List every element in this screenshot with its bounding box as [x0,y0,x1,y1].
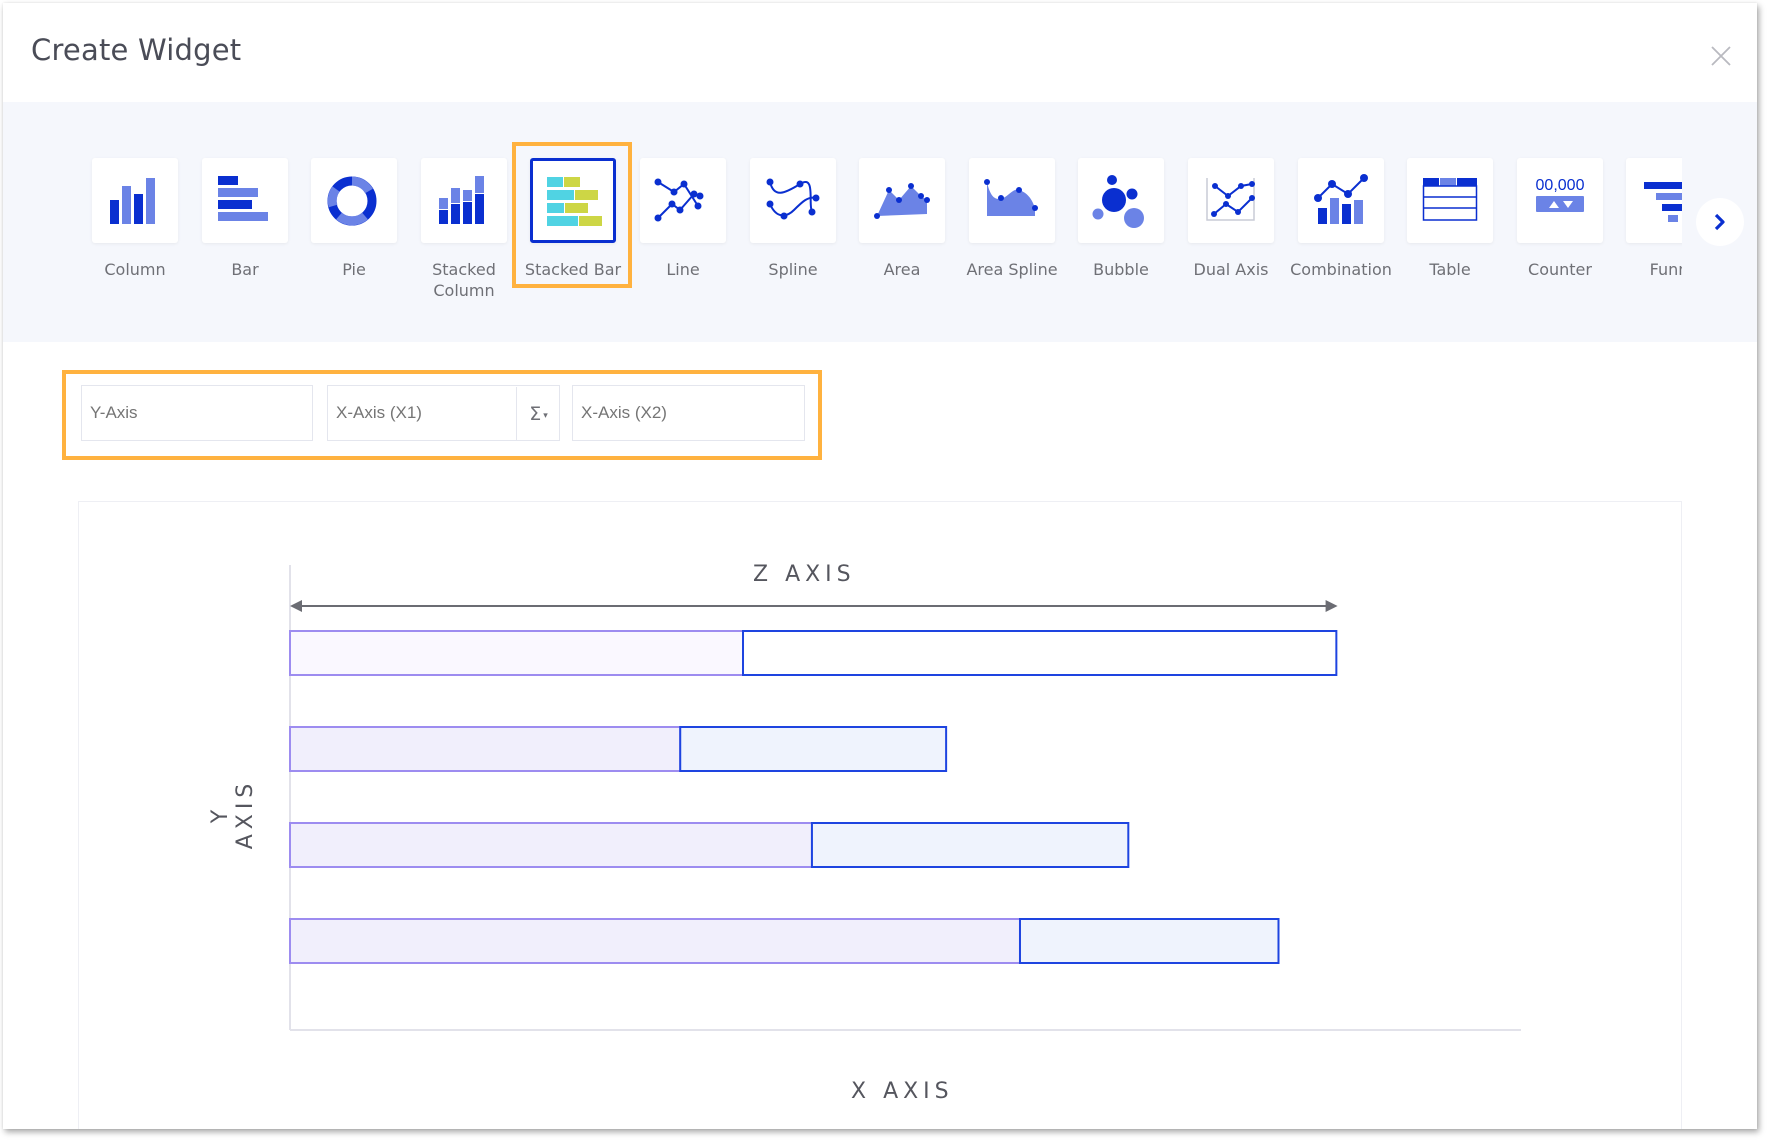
svg-text:00,000: 00,000 [1536,177,1585,194]
x2-axis-field[interactable] [572,385,805,441]
pie-chart-icon [327,176,377,225]
create-widget-dialog: Create Widget Column Bar Pie Stacked Column… [3,3,1757,1129]
widget-type-list: Column Bar Pie Stacked Column Stacked Bar Lin… [3,102,1682,342]
widget-type-label: Area Spline [966,260,1058,279]
widget-type-bubble[interactable] [1078,158,1164,243]
widget-type-label: Bar [231,260,259,279]
next-types-button[interactable] [1696,198,1744,246]
aggregate-dropdown[interactable]: Σ ▾ [516,387,560,441]
caret-down-icon: ▾ [543,410,548,421]
line-chart-icon [654,178,704,221]
area-chart-icon [874,182,930,219]
widget-type-bar[interactable] [202,158,288,243]
bubble-chart-icon [1092,174,1144,228]
combination-chart-icon [1314,173,1368,224]
widget-type-toolbar: Column Bar Pie Stacked Column Stacked Bar Lin… [3,102,1757,342]
widget-type-label: Table [1429,260,1471,279]
widget-type-column[interactable] [92,158,178,243]
stacked-column-icon [439,175,484,224]
widget-type-label: Area [883,260,921,279]
chevron-right-icon [1714,213,1725,231]
funnel-icon [1644,181,1682,222]
widget-type-pie[interactable] [311,158,397,243]
widget-type-label: Combination [1290,260,1392,279]
z-axis-label: Z AXIS [753,562,856,587]
widget-type-funn[interactable] [1626,158,1682,243]
widget-type-label: Funn [1649,260,1682,279]
widget-type-line[interactable] [640,158,726,243]
widget-type-dual-axis[interactable] [1188,158,1274,243]
sigma-icon: Σ [529,403,542,425]
close-icon[interactable] [1710,45,1732,67]
widget-type-counter[interactable]: 00,000 [1517,158,1603,243]
widget-type-area[interactable] [859,158,945,243]
selected-type-highlight [512,142,632,288]
chart-preview-panel [78,501,1682,1129]
widget-type-stacked-column[interactable] [421,158,507,243]
widget-type-table[interactable] [1407,158,1493,243]
y-axis-label: Y AXIS [208,778,258,850]
column-chart-icon [110,177,155,224]
x-axis-label: X AXIS [851,1079,954,1104]
widget-type-label: Dual Axis [1193,260,1269,279]
widget-type-label: Spline [768,260,818,279]
dialog-title: Create Widget [31,33,242,67]
widget-type-label: Pie [342,260,366,279]
widget-type-label: Counter [1528,260,1592,279]
widget-type-area-spline[interactable] [969,158,1055,243]
bar-chart-icon [218,175,268,221]
widget-type-label: Bubble [1093,260,1149,279]
widget-type-label: Stacked Column [432,260,496,300]
widget-type-label: Line [666,260,700,279]
area-spline-icon [984,178,1038,216]
widget-type-label: Column [104,260,166,279]
table-icon [1422,177,1478,221]
widget-type-combination[interactable] [1298,158,1384,243]
dual-axis-icon [1206,177,1255,221]
widget-type-spline[interactable] [750,158,836,243]
spline-chart-icon [766,178,820,219]
counter-icon: 00,000 [1536,177,1585,212]
y-axis-field[interactable] [81,385,313,441]
